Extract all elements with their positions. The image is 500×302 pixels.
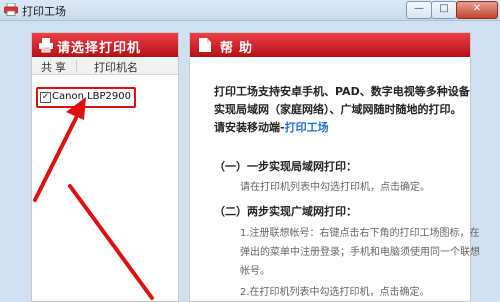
printer-name: Canon LBP2900 bbox=[52, 91, 131, 102]
install-line: 请安装移动端-打印工场 bbox=[214, 119, 464, 137]
column-divider bbox=[76, 60, 77, 72]
maximize-button[interactable]: □ bbox=[431, 1, 457, 19]
help-title: 帮助 bbox=[220, 41, 259, 56]
column-share[interactable]: 共享 bbox=[41, 59, 69, 75]
printer-list-header: 共享 打印机名 bbox=[32, 58, 178, 75]
step1-note: 请在打印机列表中勾选打印机，点击确定。 bbox=[240, 182, 430, 193]
step2-note: 弹出的菜单中注册登录；手机和电脑须使用同一个联想 bbox=[240, 247, 480, 258]
step2-note: 1.注册联想帐号：右键点击右下角的打印工场图标，在 bbox=[240, 228, 480, 239]
step2-note: 帐号。 bbox=[240, 266, 270, 277]
window-client: 请选择打印机 共享 打印机名 ✓ Canon LBP2900 帮助 打印工场支持… bbox=[0, 21, 500, 302]
minimize-button[interactable]: — bbox=[406, 1, 432, 19]
printer-list-item[interactable]: ✓ Canon LBP2900 bbox=[36, 87, 136, 108]
window-title: 打印工场 bbox=[22, 5, 66, 18]
printer-panel-title: 请选择打印机 bbox=[57, 41, 142, 56]
step2-note: 2.在打印机列表中勾选打印机，点击确定。 bbox=[240, 287, 430, 298]
install-prefix: 请安装移动端- bbox=[214, 121, 285, 134]
printer-panel-header: 请选择打印机 bbox=[32, 33, 178, 57]
close-button[interactable]: ✕ bbox=[456, 1, 498, 19]
printer-icon bbox=[39, 38, 53, 53]
step2-title: （二）两步实现广域网打印： bbox=[214, 205, 357, 218]
column-printer-name[interactable]: 打印机名 bbox=[94, 59, 138, 75]
help-panel: 帮助 打印工场支持安卓手机、PAD、数字电视等多种设备 实现局域网（家庭网络）、… bbox=[189, 32, 480, 302]
step1-title: （一）一步实现局域网打印： bbox=[214, 160, 357, 173]
help-panel-header: 帮助 bbox=[190, 33, 470, 57]
install-link[interactable]: 打印工场 bbox=[285, 121, 329, 134]
title-bar: 打印工场 — □ ✕ bbox=[0, 0, 500, 21]
share-checkbox[interactable]: ✓ bbox=[40, 92, 51, 103]
intro-line: 打印工场支持安卓手机、PAD、数字电视等多种设备 bbox=[214, 85, 470, 98]
printer-select-panel: 请选择打印机 共享 打印机名 ✓ Canon LBP2900 bbox=[31, 32, 179, 302]
intro-line: 实现局域网（家庭网络）、广域网随时随地的打印。 bbox=[214, 103, 462, 116]
help-intro: 打印工场支持安卓手机、PAD、数字电视等多种设备 实现局域网（家庭网络）、广域网… bbox=[214, 83, 470, 137]
app-printer-icon bbox=[4, 3, 18, 16]
document-icon bbox=[199, 38, 211, 52]
